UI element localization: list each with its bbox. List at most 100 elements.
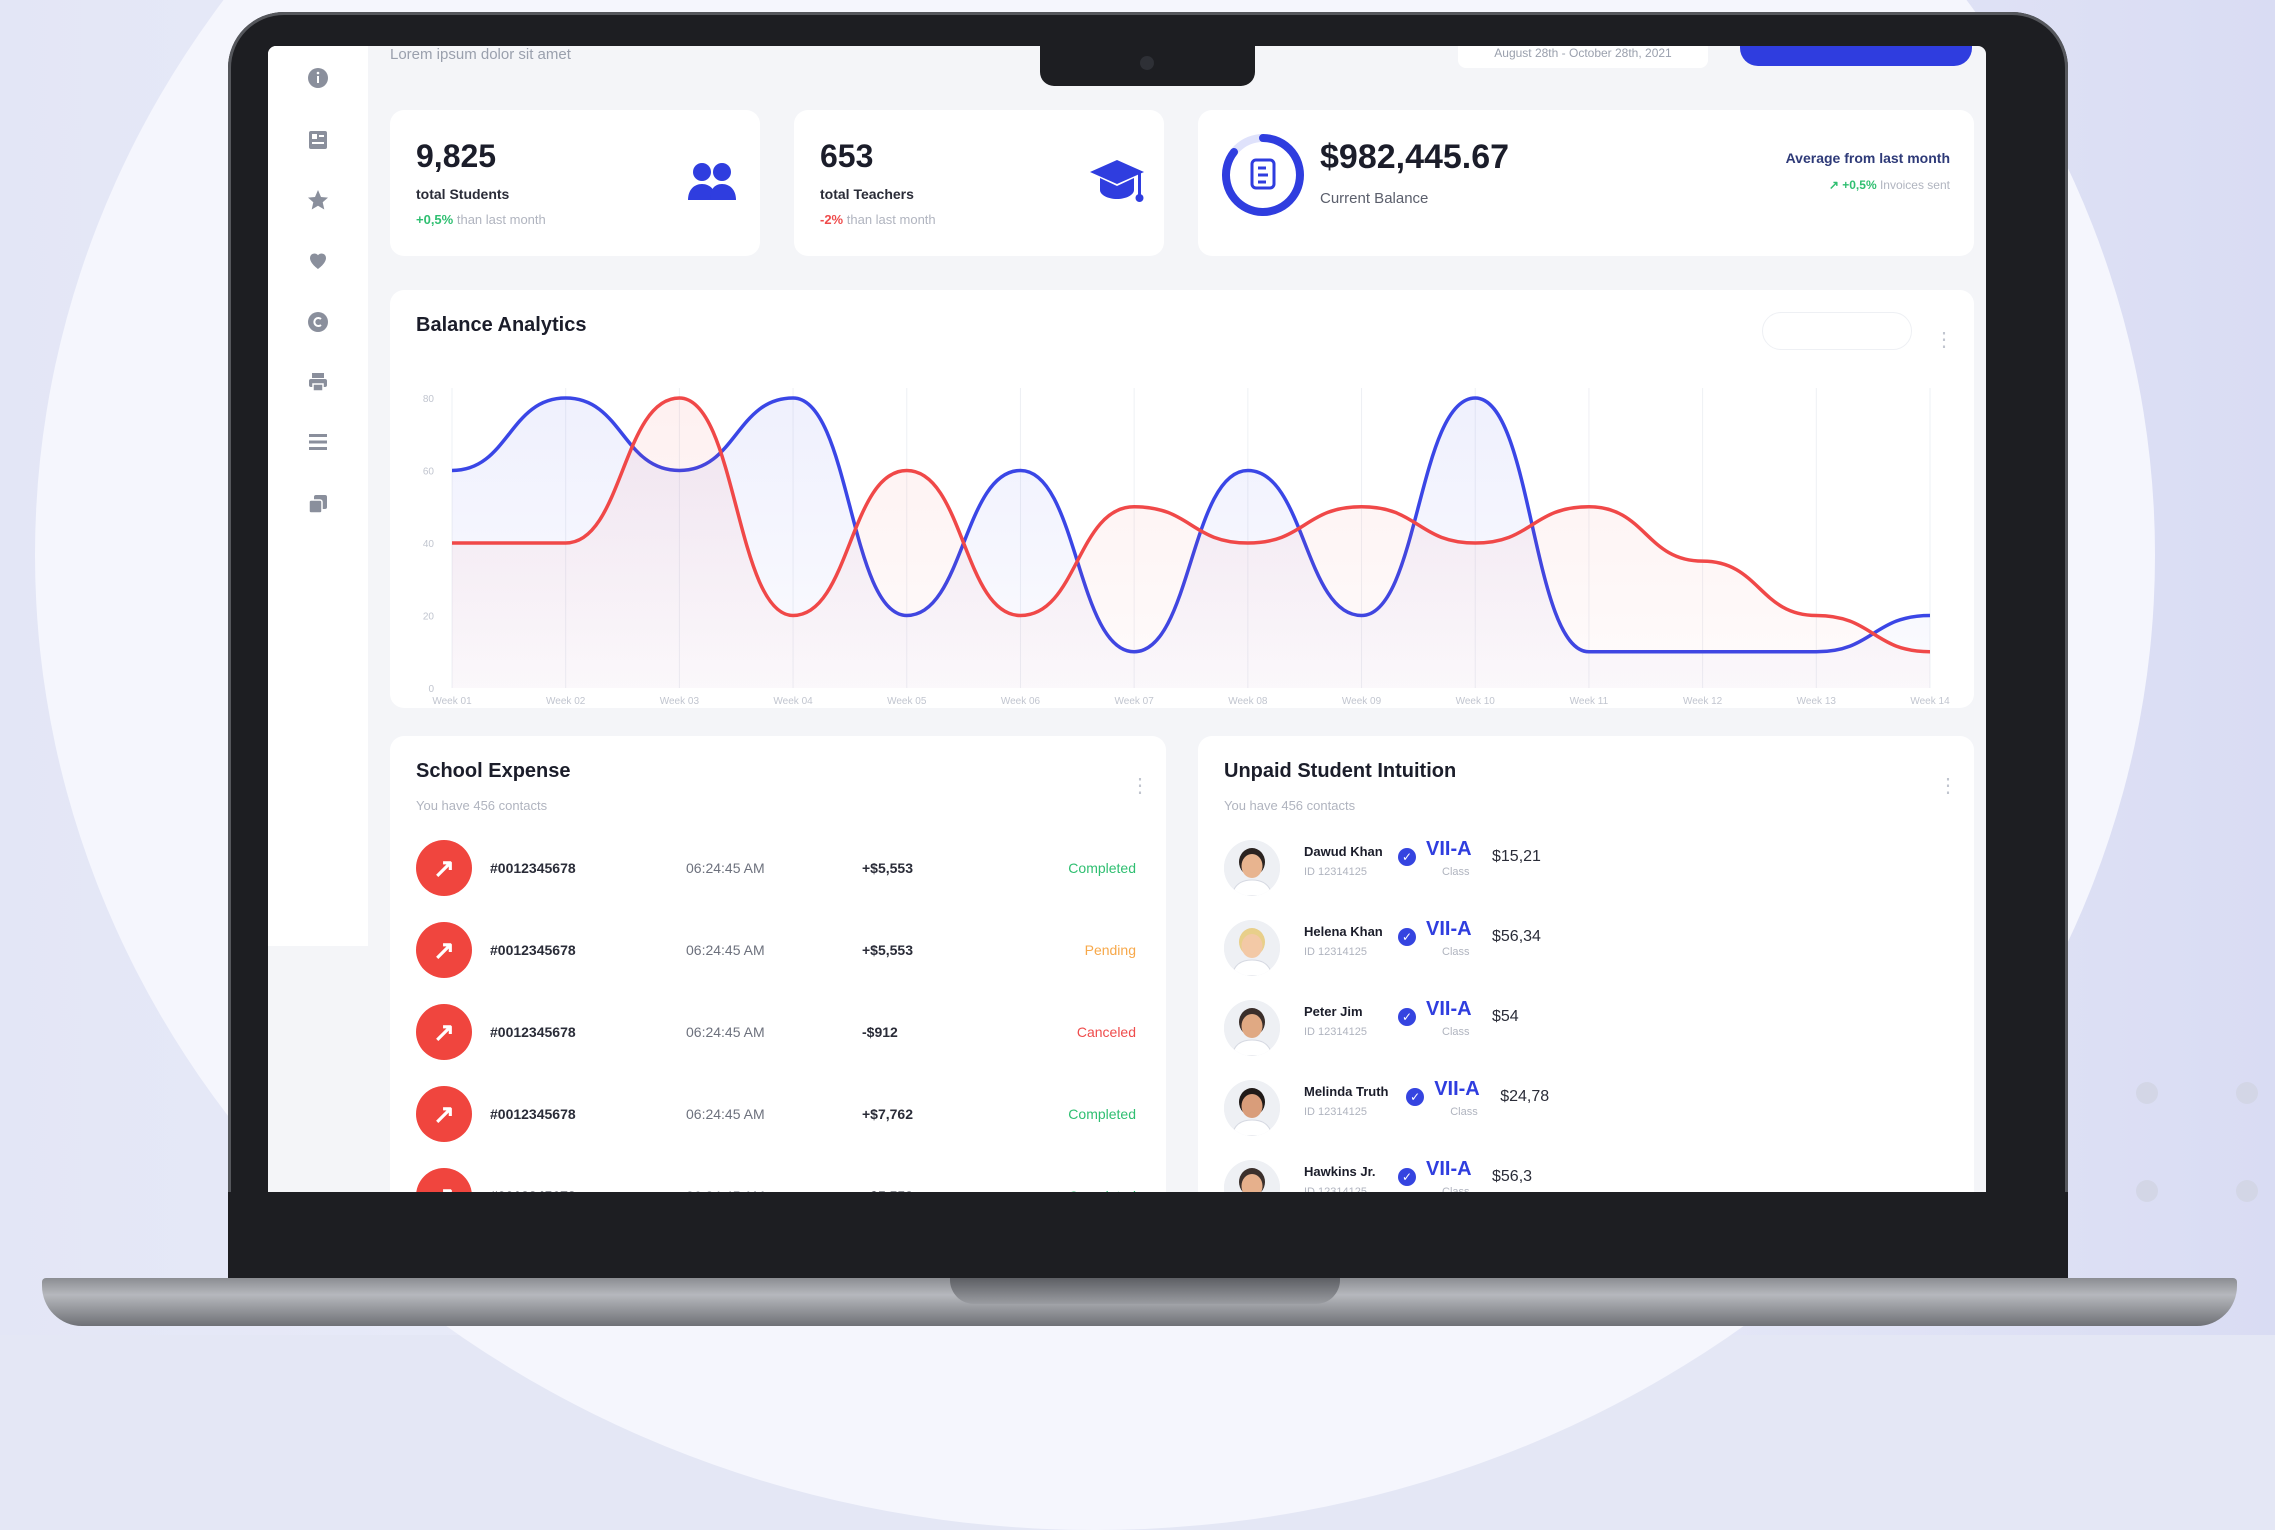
check-badge-icon: ✓ bbox=[1398, 1008, 1416, 1026]
printer-icon[interactable] bbox=[306, 370, 330, 394]
student-class: VII-A bbox=[1426, 838, 1472, 860]
student-amount: $15,21 bbox=[1492, 848, 1541, 865]
transaction-status: Pending bbox=[1084, 942, 1136, 958]
transaction-status: Completed bbox=[1068, 860, 1136, 876]
laptop-hinge bbox=[950, 1278, 1340, 1304]
student-id: ID 12314125 bbox=[1304, 1026, 1367, 1038]
transaction-time: 06:24:45 AM bbox=[686, 1106, 765, 1122]
x-tick-label: Week 13 bbox=[1797, 696, 1837, 707]
current-balance-value: $982,445.67 bbox=[1320, 138, 1510, 176]
average-text: Invoices sent bbox=[1879, 178, 1950, 192]
students-label: total Students bbox=[416, 186, 510, 202]
student-class-label: Class bbox=[1442, 1026, 1470, 1038]
x-tick-label: Week 04 bbox=[773, 696, 813, 707]
x-tick-label: Week 03 bbox=[660, 696, 700, 707]
star-icon[interactable] bbox=[306, 188, 330, 212]
x-tick-label: Week 06 bbox=[1001, 696, 1041, 707]
avatar bbox=[1224, 920, 1280, 976]
x-tick-label: Week 08 bbox=[1228, 696, 1268, 707]
unpaid-title: Unpaid Student Intuition bbox=[1224, 760, 1457, 782]
arrow-up-right-icon: ↗ bbox=[416, 1086, 472, 1142]
sidebar bbox=[268, 46, 368, 946]
balance-line-chart: 0 20 40 60 80 Week 01 Week 02 Week 03 Week 04 Wee… bbox=[423, 388, 1950, 707]
unpaid-student-row[interactable]: Melinda Truth ID 12314125 ✓ VII-A Class $24,7… bbox=[1224, 1074, 1594, 1144]
unpaid-student-row[interactable]: Hawkins Jr. ID 12314125 ✓ VII-A Class $56,3 bbox=[1224, 1154, 1594, 1192]
copy-icon[interactable] bbox=[306, 492, 330, 516]
student-id: ID 12314125 bbox=[1304, 946, 1367, 958]
school-expense-subtitle: You have 456 contacts bbox=[416, 798, 548, 813]
avatar bbox=[1224, 840, 1280, 896]
header-subtitle: Lorem ipsum dolor sit amet bbox=[390, 46, 571, 63]
student-name: Dawud Khan bbox=[1304, 844, 1383, 859]
teachers-label: total Teachers bbox=[820, 186, 914, 202]
x-tick-label: Week 12 bbox=[1683, 696, 1723, 707]
decor-dot bbox=[2136, 1082, 2158, 1104]
decor-dot bbox=[2136, 1180, 2158, 1202]
transaction-time: 06:24:45 AM bbox=[686, 860, 765, 876]
student-class-label: Class bbox=[1450, 1106, 1478, 1118]
x-tick-label: Week 01 bbox=[432, 696, 472, 707]
school-expense-title: School Expense bbox=[416, 760, 571, 782]
transaction-id: #0012345678 bbox=[490, 1106, 576, 1122]
balance-analytics-card: Balance Analytics ⋮ 0 20 40 60 80 Week 01 Week… bbox=[390, 290, 1974, 708]
camera-icon bbox=[1140, 56, 1154, 70]
unpaid-student-row[interactable]: Helena Khan ID 12314125 ✓ VII-A Class $56,34 bbox=[1224, 914, 1594, 984]
transaction-id: #0012345678 bbox=[490, 860, 576, 876]
board-icon[interactable] bbox=[306, 128, 330, 152]
decor-dot bbox=[2236, 1180, 2258, 1202]
info-icon[interactable] bbox=[306, 66, 330, 90]
heart-icon[interactable] bbox=[306, 248, 330, 272]
header-action-button[interactable] bbox=[1740, 46, 1972, 66]
student-class: VII-A bbox=[1434, 1078, 1480, 1100]
arrow-up-right-icon: ↗ bbox=[416, 1004, 472, 1060]
average-title: Average from last month bbox=[1785, 150, 1950, 166]
students-trend: +0,5% than last month bbox=[416, 212, 546, 227]
y-tick-label: 80 bbox=[423, 394, 435, 405]
transaction-time: 06:24:45 AM bbox=[686, 1024, 765, 1040]
teachers-trend: -2% than last month bbox=[820, 212, 936, 227]
x-tick-label: Week 07 bbox=[1115, 696, 1155, 707]
transaction-status: Completed bbox=[1068, 1106, 1136, 1122]
average-value: +0,5% bbox=[1842, 178, 1877, 192]
expense-row[interactable]: ↗ #0012345678 06:24:45 AM -$912 Canceled bbox=[416, 1002, 1136, 1062]
students-count: 9,825 bbox=[416, 138, 497, 174]
students-stat-card: 9,825 total Students +0,5% than last mon… bbox=[390, 110, 760, 256]
student-class: VII-A bbox=[1426, 1158, 1472, 1180]
expense-row[interactable]: ↗#001234567806:24:45 AM+$5,553Completed bbox=[416, 838, 1136, 898]
expense-more-icon[interactable]: ⋮ bbox=[1130, 776, 1150, 796]
list-icon[interactable] bbox=[306, 430, 330, 454]
transaction-amount: +$7,762 bbox=[862, 1106, 913, 1122]
expense-row[interactable]: ↗ #0012345678 06:24:45 AM +$7,762 Completed bbox=[416, 1084, 1136, 1144]
student-amount: $24,78 bbox=[1500, 1088, 1550, 1105]
student-class: VII-A bbox=[1426, 998, 1472, 1020]
x-tick-label: Week 14 bbox=[1910, 696, 1950, 707]
balance-card: $982,445.67 Current Balance Average from… bbox=[1198, 110, 1974, 256]
unpaid-student-row[interactable]: Dawud Khan ID 12314125 ✓ VII-A Class $15,21 bbox=[1224, 834, 1594, 904]
unpaid-student-row[interactable]: Peter Jim ID 12314125 ✓ VII-A Class $54 bbox=[1224, 994, 1594, 1064]
unpaid-subtitle: You have 456 contacts bbox=[1224, 798, 1356, 813]
laptop-screen: Lorem ipsum dolor sit amet August 28th -… bbox=[268, 46, 1986, 1192]
teachers-stat-card: 653 total Teachers -2% than last month bbox=[794, 110, 1164, 256]
transaction-amount: +$5,553 bbox=[862, 942, 913, 958]
camera-notch bbox=[1040, 46, 1255, 86]
student-class-label: Class bbox=[1442, 946, 1470, 958]
student-class: VII-A bbox=[1426, 918, 1472, 940]
laptop-bezel bbox=[228, 1192, 2068, 1280]
transaction-id: #0012345678 bbox=[490, 942, 576, 958]
transaction-status: Canceled bbox=[1076, 1024, 1136, 1040]
unpaid-more-icon[interactable]: ⋮ bbox=[1938, 776, 1958, 796]
check-badge-icon: ✓ bbox=[1398, 928, 1416, 946]
student-amount: $54 bbox=[1492, 1008, 1519, 1025]
date-range-picker[interactable]: August 28th - October 28th, 2021 bbox=[1458, 46, 1708, 68]
arrow-up-right-icon: ↗ bbox=[416, 922, 472, 978]
expense-row[interactable]: ↗ #0012345678 06:24:45 AM +$5,553 Pending bbox=[416, 920, 1136, 980]
check-badge-icon: ✓ bbox=[1406, 1088, 1425, 1106]
teachers-count: 653 bbox=[820, 138, 874, 174]
y-tick-label: 40 bbox=[423, 539, 435, 550]
student-name: Hawkins Jr. bbox=[1304, 1164, 1376, 1179]
expense-row[interactable]: ↗#001234567806:24:45 AM+$5,553Completed bbox=[416, 1166, 1136, 1192]
x-tick-label: Week 02 bbox=[546, 696, 586, 707]
x-tick-label: Week 09 bbox=[1342, 696, 1382, 707]
student-name: Melinda Truth bbox=[1304, 1084, 1389, 1099]
copyright-icon[interactable] bbox=[306, 310, 330, 334]
